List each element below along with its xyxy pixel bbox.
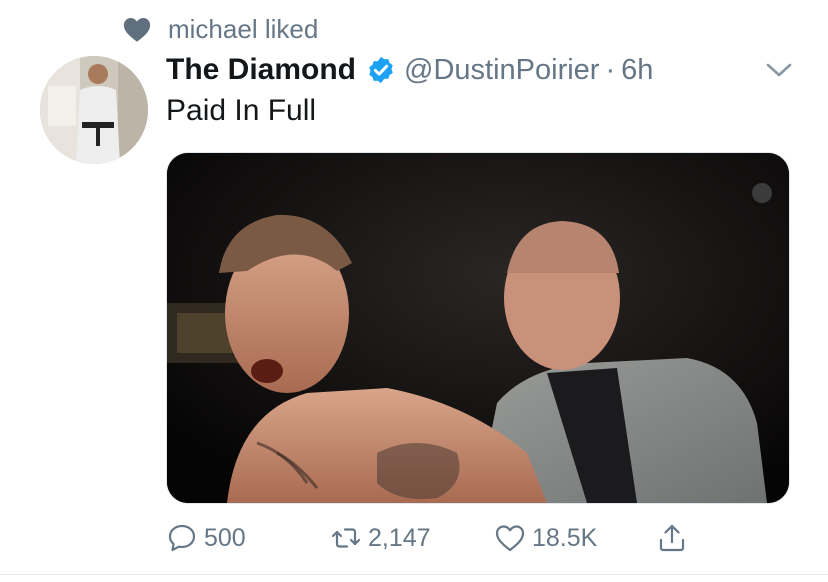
retweet-icon	[331, 528, 361, 548]
social-context-text: michael liked	[168, 13, 319, 44]
photo-image	[167, 153, 789, 503]
reply-button[interactable]: 500	[166, 516, 246, 560]
verified-badge-icon	[369, 56, 393, 84]
tweet-media-photo[interactable]	[166, 152, 790, 504]
tweet-actions: 500 2,147 18.5K	[166, 516, 706, 560]
like-heart-icon	[495, 525, 525, 552]
like-button[interactable]: 18.5K	[494, 516, 597, 560]
heart-icon	[123, 18, 151, 42]
author-handle[interactable]: @DustinPoirier	[404, 54, 599, 87]
avatar-image	[40, 56, 148, 164]
avatar[interactable]	[40, 56, 148, 164]
author-name[interactable]: The Diamond	[166, 53, 356, 87]
timestamp[interactable]: 6h	[621, 54, 653, 87]
separator-dot: ·	[605, 53, 616, 86]
tweet-header: The Diamond @DustinPoirier · 6h	[166, 50, 653, 90]
reply-count: 500	[204, 523, 246, 552]
retweet-count: 2,147	[368, 523, 431, 552]
retweet-button[interactable]: 2,147	[330, 516, 431, 560]
reply-icon	[168, 524, 196, 552]
share-button[interactable]	[656, 516, 688, 560]
chevron-down-icon[interactable]	[764, 58, 794, 82]
tweet-divider	[0, 574, 828, 575]
tweet-text: Paid In Full	[166, 94, 317, 127]
social-context: michael liked	[122, 12, 318, 46]
like-count: 18.5K	[532, 523, 598, 552]
share-icon	[659, 524, 685, 552]
